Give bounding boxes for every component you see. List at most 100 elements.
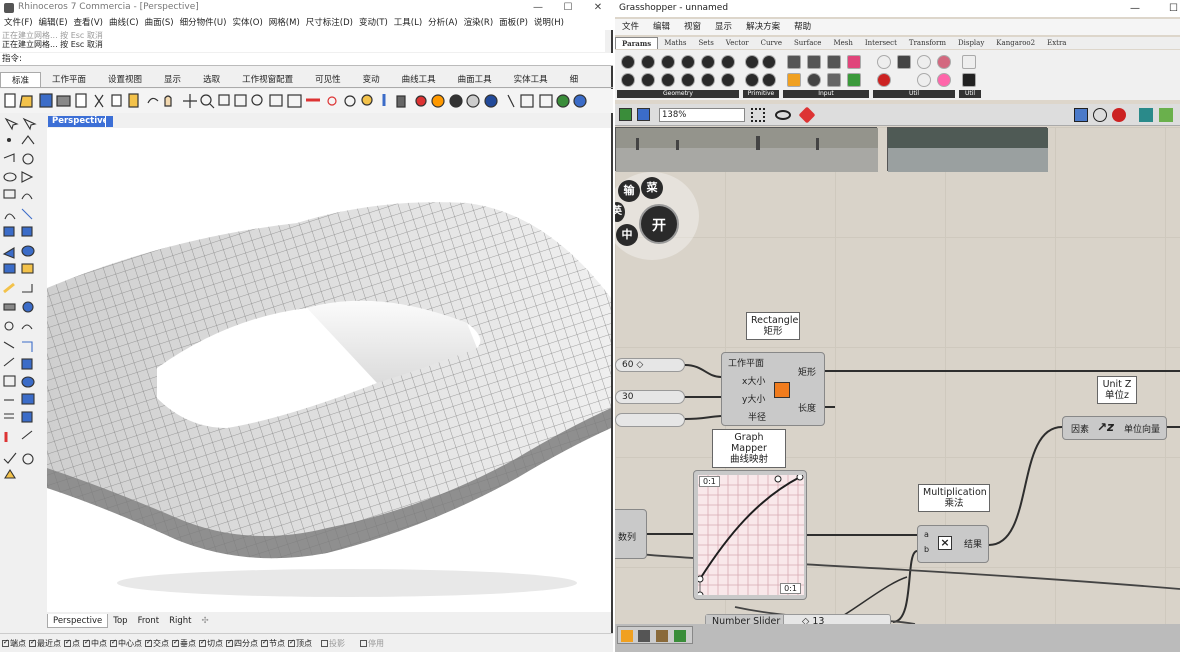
osnap-tan[interactable]: 切点: [199, 638, 223, 649]
gh-tab-kangaroo2[interactable]: Kangaroo2: [990, 37, 1041, 49]
osnap-near[interactable]: 最近点: [29, 638, 61, 649]
open-file-icon[interactable]: [619, 108, 632, 121]
gh-tab-display[interactable]: Display: [952, 37, 990, 49]
osnap-point[interactable]: 点: [64, 638, 80, 649]
tab-transform[interactable]: 变动: [352, 72, 391, 87]
unitz-input-factor[interactable]: 因素: [1071, 422, 1089, 435]
gh-tab-curve[interactable]: Curve: [755, 37, 788, 49]
rect-output-length[interactable]: 长度: [798, 401, 816, 414]
menu-panels[interactable]: 面板(P): [499, 16, 528, 30]
document-icon[interactable]: [1159, 108, 1173, 122]
tab-visibility[interactable]: 可见性: [304, 72, 352, 87]
preview-mode-icon[interactable]: [1074, 108, 1088, 122]
osnap-perp[interactable]: 垂点: [172, 638, 196, 649]
vp-tab-top[interactable]: Top: [108, 614, 132, 628]
perspective-viewport[interactable]: [47, 128, 611, 612]
tab-cplanes[interactable]: 工作平面: [41, 72, 97, 87]
gh-menu-edit[interactable]: 编辑: [646, 19, 677, 35]
food-icon[interactable]: [656, 630, 668, 642]
menu-dimension[interactable]: 尺寸标注(D): [306, 16, 353, 30]
rect-output-rect[interactable]: 矩形: [798, 365, 816, 378]
rect-input-plane[interactable]: 工作平面: [728, 356, 764, 369]
menu-transform[interactable]: 变动(T): [359, 16, 388, 30]
osnap-int[interactable]: 交点: [145, 638, 169, 649]
gh-canvas[interactable]: 输 菜 英 中 开 60 ◇ 30 Rectangle 矩形 工作平面 x大小 …: [615, 127, 1180, 624]
graph-mapper-component[interactable]: 0:1 0:1: [693, 470, 807, 600]
ladybug-icon[interactable]: [674, 630, 686, 642]
gh-tab-mesh[interactable]: Mesh: [827, 37, 858, 49]
osnap-mid[interactable]: 中点: [83, 638, 107, 649]
menu-edit[interactable]: 编辑(E): [39, 16, 68, 30]
rect-input-y[interactable]: y大小: [742, 392, 765, 405]
menu-analyze[interactable]: 分析(A): [428, 16, 457, 30]
menu-help[interactable]: 说明(H): [534, 16, 564, 30]
gh-tab-extra[interactable]: Extra: [1041, 37, 1072, 49]
tab-viewport-layout[interactable]: 工作视窗配置: [231, 72, 304, 87]
sketch-icon[interactable]: [798, 106, 816, 124]
left-tool-icons[interactable]: [0, 114, 47, 624]
gh-tab-vector[interactable]: Vector: [720, 37, 755, 49]
gh-tab-intersect[interactable]: Intersect: [859, 37, 903, 49]
toolbar-icons[interactable]: [0, 89, 605, 113]
wire-icon[interactable]: [1093, 108, 1107, 122]
minimize-icon[interactable]: —: [523, 0, 553, 16]
gh-menu-display[interactable]: 显示: [708, 19, 739, 35]
multiplication-component[interactable]: a b × 结果: [917, 525, 989, 563]
tab-set-view[interactable]: 设置视图: [97, 72, 153, 87]
preview-eye-icon[interactable]: [775, 110, 791, 120]
widget-icon[interactable]: [621, 630, 633, 642]
mult-output-result[interactable]: 结果: [964, 537, 982, 550]
menu-render[interactable]: 渲染(R): [464, 16, 494, 30]
menu-mesh[interactable]: 网格(M): [269, 16, 300, 30]
close-icon[interactable]: ✕: [583, 0, 613, 16]
osnap-end[interactable]: 端点: [2, 638, 26, 649]
osnap-vertex[interactable]: 顶点: [288, 638, 312, 649]
gh-tab-params[interactable]: Params: [615, 37, 659, 49]
gh-menu-file[interactable]: 文件: [615, 19, 646, 35]
number-slider-60[interactable]: 60 ◇: [615, 358, 685, 372]
viewport-menu-arrow[interactable]: [105, 116, 113, 127]
command-prompt[interactable]: 指令:: [0, 53, 613, 66]
tab-curve-tools[interactable]: 曲线工具: [391, 72, 447, 87]
osnap-center[interactable]: 中心点: [110, 638, 142, 649]
menu-file[interactable]: 文件(F): [4, 16, 33, 30]
gh-maximize-icon[interactable]: ☐: [1169, 0, 1178, 17]
vp-tab-front[interactable]: Front: [133, 614, 165, 628]
rectangle-component[interactable]: 工作平面 x大小 y大小 半径 矩形 长度: [721, 352, 825, 426]
gh-minimize-icon[interactable]: —: [1130, 0, 1140, 17]
save-file-icon[interactable]: [637, 108, 650, 121]
maximize-icon[interactable]: ☐: [553, 0, 583, 16]
menu-view[interactable]: 查看(V): [74, 16, 103, 30]
number-slider-13[interactable]: Number Slider ◇ 13: [705, 614, 891, 624]
tab-select[interactable]: 选取: [192, 72, 231, 87]
menu-curve[interactable]: 曲线(C): [109, 16, 139, 30]
number-slider-value[interactable]: ◇ 13: [802, 616, 824, 624]
download-icon[interactable]: [638, 630, 650, 642]
gh-menu-help[interactable]: 帮助: [787, 19, 818, 35]
gh-menu-view[interactable]: 视窗: [677, 19, 708, 35]
tab-standard[interactable]: 标准: [0, 72, 42, 87]
zoom-extents-icon[interactable]: [751, 108, 765, 122]
osnap-disable[interactable]: 停用: [360, 638, 384, 649]
rect-input-radius[interactable]: 半径: [748, 410, 766, 423]
gh-tab-transform[interactable]: Transform: [903, 37, 952, 49]
menu-surface[interactable]: 曲面(S): [145, 16, 174, 30]
osnap-quad[interactable]: 四分点: [226, 638, 258, 649]
rect-input-x[interactable]: x大小: [742, 374, 765, 387]
tab-subd-tools[interactable]: 细: [559, 72, 590, 87]
gh-tab-maths[interactable]: Maths: [658, 37, 692, 49]
unitz-output-vector[interactable]: 单位向量: [1124, 422, 1160, 435]
series-component[interactable]: 数列: [615, 509, 647, 559]
osnap-project[interactable]: 投影: [321, 638, 345, 649]
gh-menu-solution[interactable]: 解决方案: [739, 19, 787, 35]
menu-tools[interactable]: 工具(L): [394, 16, 422, 30]
tab-solid-tools[interactable]: 实体工具: [503, 72, 559, 87]
menu-solid[interactable]: 实体(O): [232, 16, 262, 30]
gh-tab-sets[interactable]: Sets: [692, 37, 719, 49]
shaded-icon[interactable]: [1112, 108, 1126, 122]
mult-input-a[interactable]: a: [924, 530, 929, 539]
number-slider-30[interactable]: 30: [615, 390, 685, 404]
unitz-component[interactable]: 因素 ↗z 单位向量: [1062, 416, 1167, 440]
menu-subd[interactable]: 细分物件(U): [180, 16, 227, 30]
tab-display[interactable]: 显示: [153, 72, 192, 87]
